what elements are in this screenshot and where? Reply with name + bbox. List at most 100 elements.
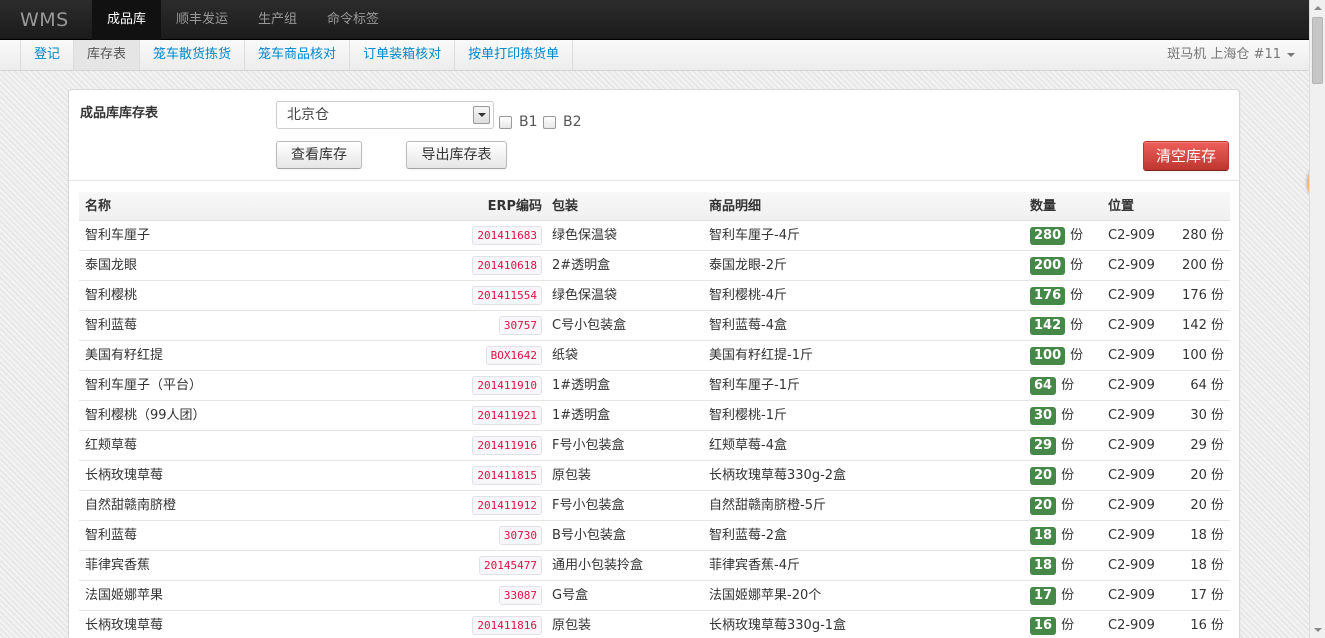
cell-location: C2-909 (1108, 588, 1155, 603)
cell-location: C2-909 (1108, 318, 1155, 333)
checkbox-b1-group[interactable]: B1 (499, 114, 538, 130)
cell-count: 30 份 (1190, 408, 1224, 423)
cell-location: C2-909 (1108, 618, 1155, 633)
cell-name: 智利樱桃（99人团） (85, 408, 206, 423)
table-row: 智利樱桃 201411554 绿色保温袋 智利樱桃-4斤 176 份 C2-909 176 份 (79, 281, 1230, 311)
tab-register[interactable]: 登记 (20, 40, 75, 70)
qty-unit: 份 (1061, 438, 1075, 453)
caret-down-icon (1287, 53, 1295, 57)
table-row: 长柄玫瑰草莓 201411815 原包装 长柄玫瑰草莓330g-2盒 20 份 C2-909… (79, 461, 1230, 491)
erp-code: 201410618 (472, 256, 542, 275)
table-row: 智利樱桃（99人团） 201411921 1#透明盒 智利樱桃-1斤 30 份 C2-909… (79, 401, 1230, 431)
cell-pack: B号小包装盒 (552, 528, 626, 543)
cell-erp: 201411816 (472, 611, 542, 638)
header-detail: 商品明细 (709, 199, 762, 214)
cell-name: 智利车厘子 (85, 228, 151, 243)
checkbox-b1[interactable] (499, 115, 512, 129)
checkbox-b2[interactable] (543, 115, 556, 129)
cell-pack: F号小包装盒 (552, 498, 625, 513)
qty-badge: 29 (1030, 436, 1057, 455)
erp-code: 201411816 (472, 616, 542, 635)
brand-logo[interactable]: WMS (20, 0, 69, 40)
cell-location: C2-909 (1108, 498, 1155, 513)
clear-inventory-button[interactable]: 清空库存 (1143, 141, 1229, 171)
cell-detail: 菲律宾香蕉-4斤 (709, 558, 800, 573)
qty-badge: 280 (1030, 226, 1066, 245)
scroll-up-arrow-icon[interactable] (1310, 0, 1325, 16)
scroll-thumb[interactable] (1312, 17, 1323, 84)
tab-cart-bulk-picking[interactable]: 笼车散货拣货 (140, 40, 246, 70)
cell-qty: 18 份 (1030, 521, 1074, 550)
erp-code: 20145477 (479, 556, 542, 575)
cell-name: 泰国龙眼 (85, 258, 138, 273)
table-row: 智利蓝莓 30757 C号小包装盒 智利蓝莓-4盒 142 份 C2-909 142 份 (79, 311, 1230, 341)
qty-badge: 176 (1030, 286, 1066, 305)
scroll-down-arrow-icon[interactable] (1310, 622, 1325, 638)
cell-detail: 智利樱桃-1斤 (709, 408, 787, 423)
cell-qty: 29 份 (1030, 431, 1074, 460)
cell-erp: BOX1642 (485, 341, 542, 370)
checkbox-b1-label: B1 (519, 114, 538, 130)
cell-qty: 18 份 (1030, 551, 1074, 580)
cell-count: 16 份 (1190, 618, 1224, 633)
cell-name: 美国有籽红提 (85, 348, 164, 363)
qty-unit: 份 (1061, 378, 1075, 393)
cell-name: 长柄玫瑰草莓 (85, 618, 164, 633)
cell-qty: 176 份 (1030, 281, 1083, 310)
cell-pack: 绿色保温袋 (552, 228, 618, 243)
header-pack: 包装 (552, 199, 579, 214)
topnav-item-production[interactable]: 生产组 (243, 0, 312, 40)
cell-name: 长柄玫瑰草莓 (85, 468, 164, 483)
cell-pack: 绿色保温袋 (552, 288, 618, 303)
view-inventory-button[interactable]: 查看库存 (276, 141, 362, 169)
cell-erp: 201411910 (472, 371, 542, 400)
cell-qty: 30 份 (1030, 401, 1074, 430)
cell-location: C2-909 (1108, 258, 1155, 273)
header-erp: ERP编码 (487, 199, 542, 214)
cell-erp: 201411921 (472, 401, 542, 430)
cell-erp: 30730 (498, 521, 542, 550)
cell-erp: 30757 (498, 311, 542, 340)
cell-count: 64 份 (1190, 378, 1224, 393)
cell-qty: 200 份 (1030, 251, 1083, 280)
cell-count: 20 份 (1190, 468, 1224, 483)
cell-erp: 201411916 (472, 431, 542, 460)
topnav-item-command-labels[interactable]: 命令标签 (312, 0, 394, 40)
cell-name: 智利樱桃 (85, 288, 138, 303)
dropdown-arrow-icon[interactable] (473, 106, 490, 124)
tab-print-pick-list[interactable]: 按单打印拣货单 (455, 40, 574, 70)
erp-code: 30730 (498, 526, 542, 545)
cell-detail: 法国姬娜苹果-20个 (709, 588, 822, 603)
table-header: 名称 ERP编码 包装 商品明细 数量 位置 (79, 192, 1230, 221)
header-qty: 数量 (1030, 199, 1057, 214)
cell-location: C2-909 (1108, 348, 1155, 363)
printer-dropdown[interactable]: 斑马机 上海仓 #11 (1167, 40, 1295, 70)
tab-cart-product-check[interactable]: 笼车商品核对 (245, 40, 351, 70)
cell-pack: 纸袋 (552, 348, 579, 363)
topnav-item-finished-goods[interactable]: 成品库 (92, 0, 162, 40)
checkbox-b2-group[interactable]: B2 (543, 114, 582, 130)
table-row: 美国有籽红提 BOX1642 纸袋 美国有籽红提-1斤 100 份 C2-909 100 份 (79, 341, 1230, 371)
cell-detail: 长柄玫瑰草莓330g-2盒 (709, 468, 847, 483)
qty-badge: 64 (1030, 376, 1057, 395)
tab-inventory[interactable]: 库存表 (74, 40, 141, 70)
cell-pack: 通用小包装拎盒 (552, 558, 644, 573)
tab-order-packing-check[interactable]: 订单装箱核对 (350, 40, 456, 70)
cell-pack: 原包装 (552, 618, 592, 633)
warehouse-select-value: 北京仓 (287, 107, 329, 123)
warehouse-select[interactable]: 北京仓 (276, 101, 494, 129)
export-inventory-button[interactable]: 导出库存表 (406, 141, 507, 169)
cell-detail: 自然甜赣南脐橙-5斤 (709, 498, 826, 513)
cell-count: 176 份 (1182, 288, 1224, 303)
cell-pack: G号盒 (552, 588, 589, 603)
topnav-item-sf-shipping[interactable]: 顺丰发运 (161, 0, 243, 40)
cell-location: C2-909 (1108, 408, 1155, 423)
table-row: 长柄玫瑰草莓 201411816 原包装 长柄玫瑰草莓330g-1盒 16 份 C2-909… (79, 611, 1230, 638)
table-row: 智利车厘子 201411683 绿色保温袋 智利车厘子-4斤 280 份 C2-909 280… (79, 221, 1230, 251)
erp-code: 201411683 (472, 226, 542, 245)
qty-unit: 份 (1061, 498, 1075, 513)
qty-badge: 18 (1030, 526, 1057, 545)
cell-location: C2-909 (1108, 438, 1155, 453)
qty-unit: 份 (1070, 258, 1084, 273)
page-scrollbar[interactable] (1309, 0, 1325, 638)
